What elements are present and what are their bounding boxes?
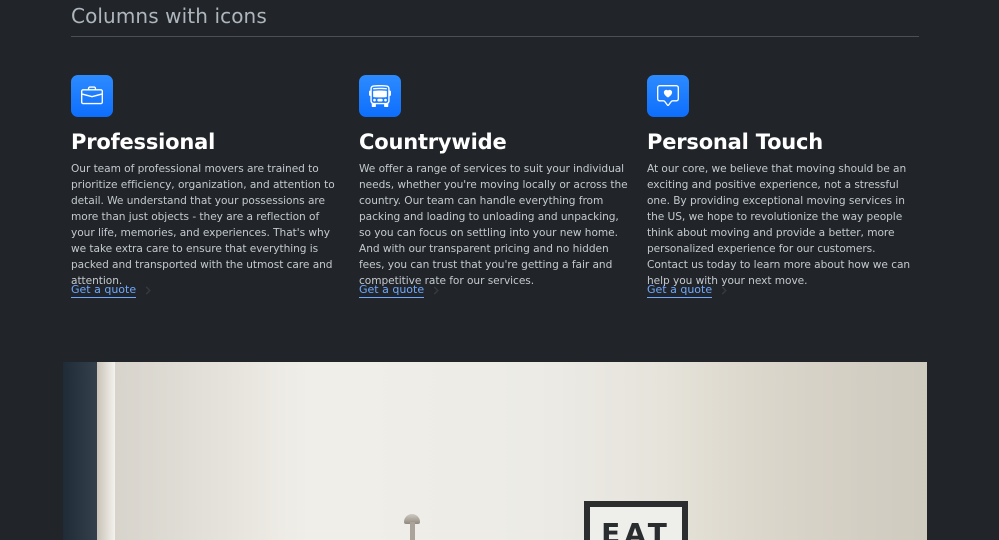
link-label: Get a quote bbox=[359, 283, 425, 298]
chevron-right-icon bbox=[144, 286, 152, 295]
photo-wall-shadow bbox=[115, 362, 315, 540]
feature-title: Countrywide bbox=[359, 130, 507, 154]
feature-personal-touch: Personal Touch At our core, we believe t… bbox=[647, 75, 919, 289]
feature-professional: Professional Our team of professional mo… bbox=[71, 75, 343, 289]
feature-description: We offer a range of services to suit you… bbox=[359, 163, 628, 287]
photo-door-frame bbox=[97, 362, 115, 540]
hero-photo: EAT bbox=[63, 362, 927, 540]
feature-description: Our team of professional movers are trai… bbox=[71, 163, 335, 287]
page: Columns with icons Professional Our team… bbox=[0, 0, 999, 540]
chevron-right-icon bbox=[432, 286, 440, 295]
section-title: Columns with icons bbox=[71, 4, 267, 28]
get-a-quote-link[interactable]: Get a quote bbox=[359, 283, 440, 298]
photo-sign-board: EAT bbox=[590, 507, 682, 540]
photo-eat-sign: EAT bbox=[584, 501, 688, 540]
chat-heart-icon bbox=[647, 75, 689, 117]
briefcase-icon bbox=[71, 75, 113, 117]
photo-wall-right bbox=[667, 362, 927, 540]
feature-title: Personal Touch bbox=[647, 130, 824, 154]
photo-sign-text: EAT bbox=[601, 517, 671, 540]
link-label: Get a quote bbox=[647, 283, 713, 298]
feature-countrywide: Countrywide We offer a range of services… bbox=[359, 75, 631, 289]
photo-door-edge bbox=[63, 362, 97, 540]
link-label: Get a quote bbox=[71, 283, 137, 298]
feature-title: Professional bbox=[71, 130, 216, 154]
get-a-quote-link[interactable]: Get a quote bbox=[71, 283, 152, 298]
get-a-quote-link[interactable]: Get a quote bbox=[647, 283, 728, 298]
photo-lamp-stem bbox=[410, 522, 415, 540]
feature-description: At our core, we believe that moving shou… bbox=[647, 163, 911, 287]
bus-icon bbox=[359, 75, 401, 117]
chevron-right-icon bbox=[720, 286, 728, 295]
section-divider bbox=[71, 36, 919, 37]
